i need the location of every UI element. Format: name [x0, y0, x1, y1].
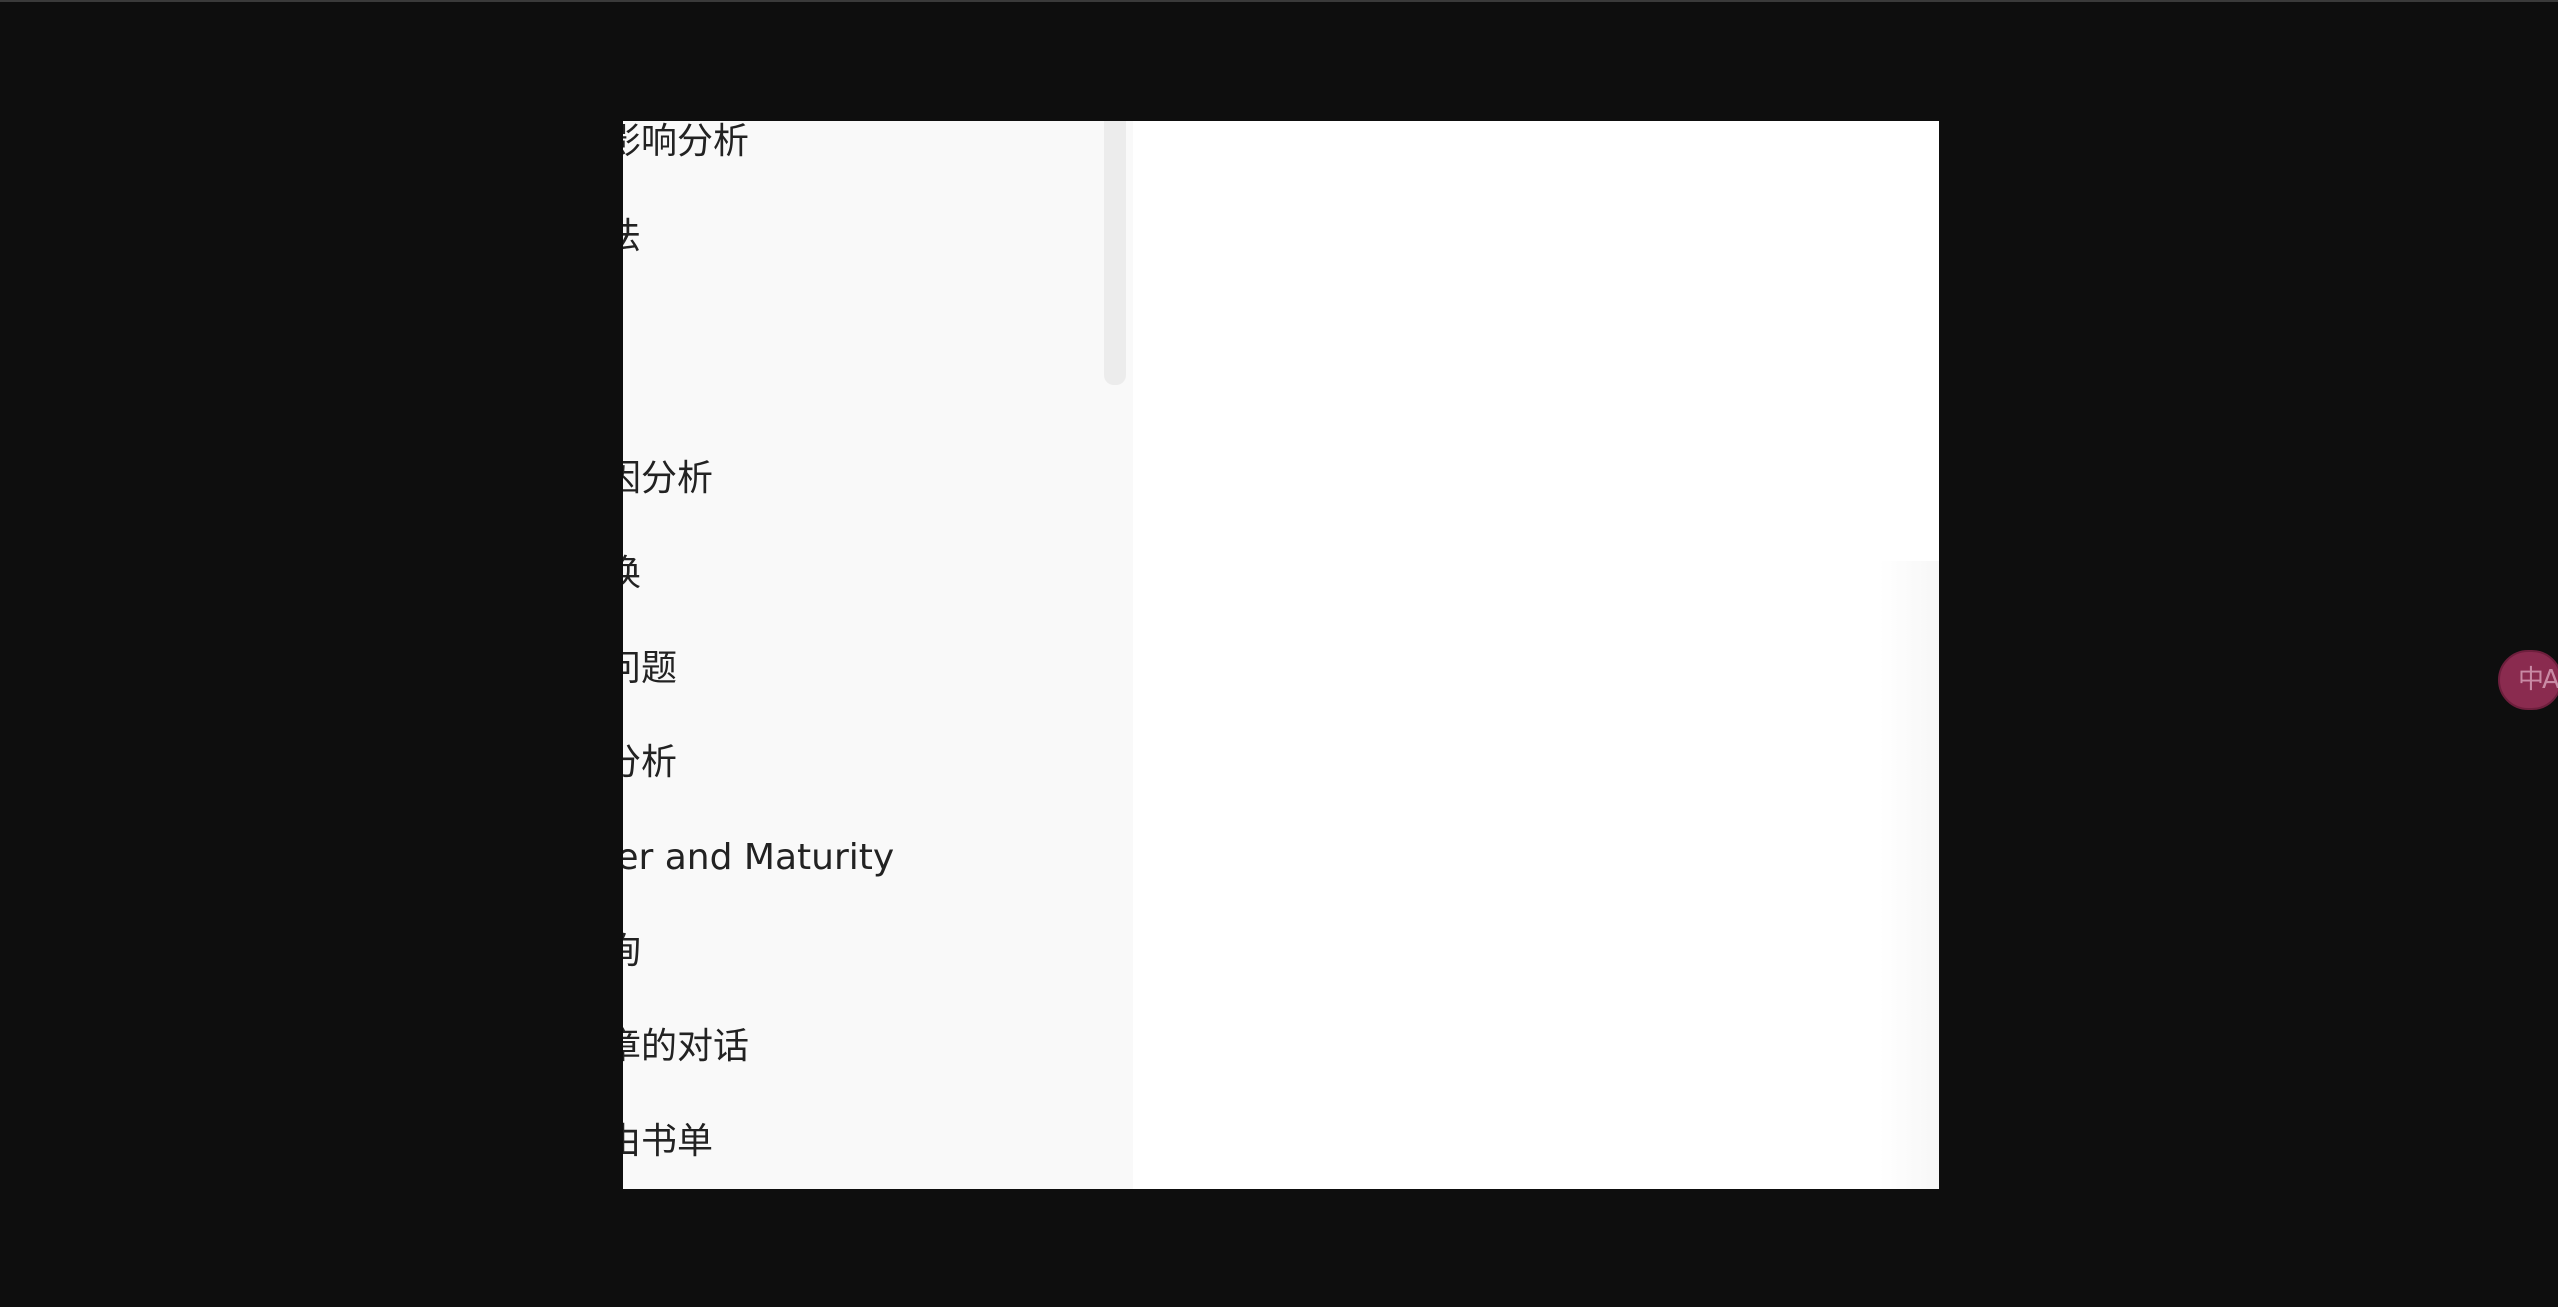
translate-icon: 中A: [2518, 665, 2558, 695]
conversation-item[interactable]: 验那章的对话: [623, 1017, 749, 1077]
conversation-item[interactable]: 径转换: [623, 544, 641, 604]
conversation-item[interactable]: 富自由书单: [623, 1112, 713, 1172]
main-content-area: [1133, 121, 1939, 1189]
conversation-item[interactable]: Career and Maturity: [623, 828, 894, 888]
conversation-item[interactable]: 线原因分析: [623, 449, 713, 509]
app-window: 温度影响分析 找算法 线原因分析 径转换 责任问题 位置分析 Career an…: [623, 121, 1939, 1189]
sidebar-scrollbar-thumb[interactable]: [1104, 121, 1126, 385]
panel-edge-shadow: [1879, 561, 1939, 1189]
screen-top-edge: [0, 0, 2558, 2]
sidebar: 温度影响分析 找算法 线原因分析 径转换 责任问题 位置分析 Career an…: [623, 121, 1133, 1189]
conversation-item[interactable]: 位置分析: [623, 733, 677, 793]
translate-button[interactable]: 中A: [2498, 650, 2558, 710]
conversation-item[interactable]: 题咨询: [623, 922, 641, 982]
conversation-list: 温度影响分析 找算法 线原因分析 径转换 责任问题 位置分析 Career an…: [623, 121, 1133, 1189]
conversation-item[interactable]: 找算法: [623, 207, 641, 267]
conversation-item[interactable]: 温度影响分析: [623, 121, 749, 172]
conversation-item[interactable]: 责任问题: [623, 639, 677, 699]
